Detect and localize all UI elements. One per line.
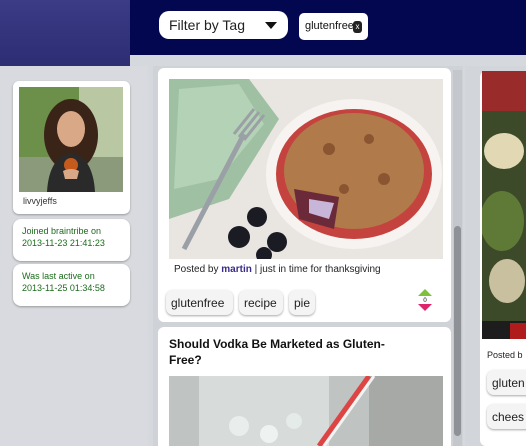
tag-button[interactable]: glutenfree xyxy=(166,290,233,315)
tag-button[interactable]: recipe xyxy=(239,290,283,315)
profile-username[interactable]: livvyjeffs xyxy=(23,196,57,206)
joined-date: 2013-11-23 21:41:23 xyxy=(22,238,105,248)
scrollbar-thumb[interactable] xyxy=(454,226,461,436)
joined-card: Joined braintribe on 2013-11-23 21:41:23 xyxy=(13,219,130,261)
filter-by-tag-select[interactable]: Filter by Tag xyxy=(159,11,288,39)
filter-label: Filter by Tag xyxy=(169,17,245,33)
post-card: Posted b gluten chees xyxy=(480,71,526,446)
post-card: Should Vodka Be Marketed as Gluten-Free? xyxy=(158,327,451,446)
post-author-link[interactable]: martin xyxy=(221,264,252,275)
joined-label: Joined braintribe on xyxy=(22,226,102,236)
vote-score: 0 xyxy=(423,297,427,304)
feed-scrollbar[interactable] xyxy=(453,70,462,446)
chevron-down-icon xyxy=(265,22,277,29)
tag-button[interactable]: chees xyxy=(487,404,526,429)
post-attribution: Posted by martin | just in time for than… xyxy=(174,264,381,275)
posted-by-label: Posted b xyxy=(487,350,523,360)
post-title[interactable]: Should Vodka Be Marketed as Gluten-Free? xyxy=(169,336,409,368)
tag-button[interactable]: pie xyxy=(289,290,315,315)
active-tag-chip: glutenfree x xyxy=(299,13,368,40)
post-image[interactable] xyxy=(169,376,443,446)
post-image[interactable] xyxy=(482,71,526,339)
last-active-card: Was last active on 2013-11-25 01:34:58 xyxy=(13,264,130,306)
downvote-icon[interactable] xyxy=(418,304,432,311)
post-image[interactable] xyxy=(169,79,443,259)
upvote-icon[interactable] xyxy=(418,289,432,296)
profile-card: livvyjeffs xyxy=(13,81,130,214)
brand-area xyxy=(0,0,130,66)
post-card: Posted by martin | just in time for than… xyxy=(158,68,451,322)
posted-by-label: Posted by xyxy=(174,264,219,275)
post-caption: | just in time for thanksgiving xyxy=(254,264,381,275)
last-active-label: Was last active on xyxy=(22,271,95,281)
avatar[interactable] xyxy=(19,87,123,192)
tag-button[interactable]: gluten xyxy=(487,370,526,395)
active-tag-label: glutenfree xyxy=(305,20,354,32)
remove-tag-button[interactable]: x xyxy=(353,21,362,33)
vote-widget: 0 xyxy=(417,289,433,311)
last-active-date: 2013-11-25 01:34:58 xyxy=(22,283,105,293)
